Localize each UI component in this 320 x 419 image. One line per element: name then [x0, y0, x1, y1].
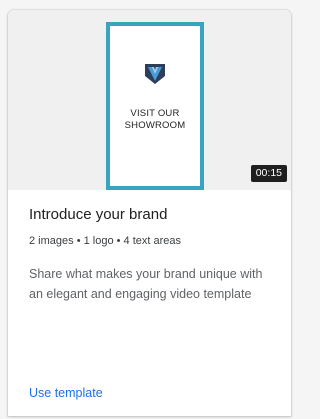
- video-thumbnail: VISIT OUR SHOWROOM: [106, 22, 204, 190]
- duration-badge: 00:15: [250, 165, 287, 182]
- template-meta: 2 images • 1 logo • 4 text areas: [29, 235, 182, 247]
- brand-logo-icon: [145, 64, 165, 84]
- template-preview[interactable]: VISIT OUR SHOWROOM 00:15: [8, 10, 291, 190]
- template-description: Share what makes your brand unique with …: [29, 267, 263, 301]
- thumbnail-caption: VISIT OUR SHOWROOM: [124, 108, 186, 131]
- use-template-link[interactable]: Use template: [29, 386, 103, 400]
- template-title: Introduce your brand: [29, 206, 168, 223]
- template-card[interactable]: VISIT OUR SHOWROOM 00:15 Introduce your …: [8, 10, 291, 416]
